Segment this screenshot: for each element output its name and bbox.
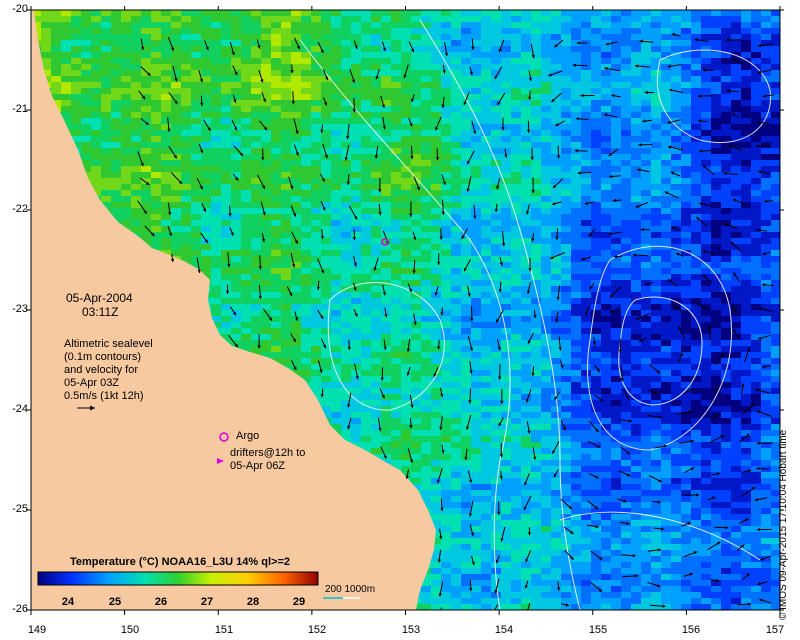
lat-tick: -21 <box>12 103 28 115</box>
colorbar-tick: 27 <box>200 596 214 608</box>
map-time: 03:11Z <box>82 305 119 319</box>
colorbar <box>37 571 319 586</box>
lat-tick: -25 <box>12 503 28 515</box>
lat-tick: -26 <box>12 603 28 615</box>
altimetry-line-3: and velocity for <box>64 364 138 376</box>
colorbar-title: Temperature (°C) NOAA16_L3U 14% ql>=2 <box>70 556 290 568</box>
altimetry-line-2: (0.1m contours) <box>64 351 142 363</box>
altimetry-line-4: 05-Apr 03Z <box>64 377 120 389</box>
velocity-arrowhead <box>626 613 630 616</box>
drifter-line-2: 05-Apr 06Z <box>230 460 286 472</box>
lon-tick: 151 <box>214 624 234 636</box>
depth-contour-label: 200 1000m <box>325 584 376 595</box>
lon-tick: 154 <box>494 624 514 636</box>
lat-tick: -20 <box>12 3 28 15</box>
drifter-line-1: drifters@12h to <box>230 447 306 459</box>
velocity-arrowhead <box>231 618 234 622</box>
altimetry-line-1: Altimetric sealevel <box>64 338 153 350</box>
lon-tick: 153 <box>401 624 421 636</box>
map-date: 05-Apr-2004 <box>66 291 133 305</box>
velocity-arrowhead <box>440 616 443 619</box>
lat-tick: -22 <box>12 203 28 215</box>
colorbar-tick: 24 <box>61 596 75 608</box>
lon-tick: 149 <box>27 624 47 636</box>
altimetry-line-5: 0.5m/s (1kt 12h) <box>64 390 144 402</box>
lat-tick: -23 <box>12 303 28 315</box>
sst-map <box>26 6 784 622</box>
velocity-arrow <box>467 611 469 619</box>
velocity-arrow <box>618 609 621 610</box>
lon-tick: 155 <box>588 624 608 636</box>
lon-tick: 157 <box>765 624 785 636</box>
velocity-arrow <box>228 609 230 610</box>
credit-text: © IMOS 09-Apr-2015 17:10:04 Hobart time <box>778 429 789 620</box>
argo-label: Argo <box>236 430 260 442</box>
colorbar-tick: 26 <box>154 596 168 608</box>
lon-tick: 156 <box>681 624 701 636</box>
lon-tick: 152 <box>307 624 327 636</box>
lon-tick: 150 <box>120 624 140 636</box>
colorbar-tick: 25 <box>108 596 122 608</box>
velocity-arrow <box>591 611 601 617</box>
velocity-arrowhead <box>597 614 600 617</box>
velocity-arrowhead <box>466 616 469 619</box>
lat-tick: -24 <box>12 403 28 415</box>
colorbar-tick: 29 <box>292 596 306 608</box>
velocity-arrowhead <box>411 618 414 621</box>
colorbar-tick: 28 <box>246 596 260 608</box>
